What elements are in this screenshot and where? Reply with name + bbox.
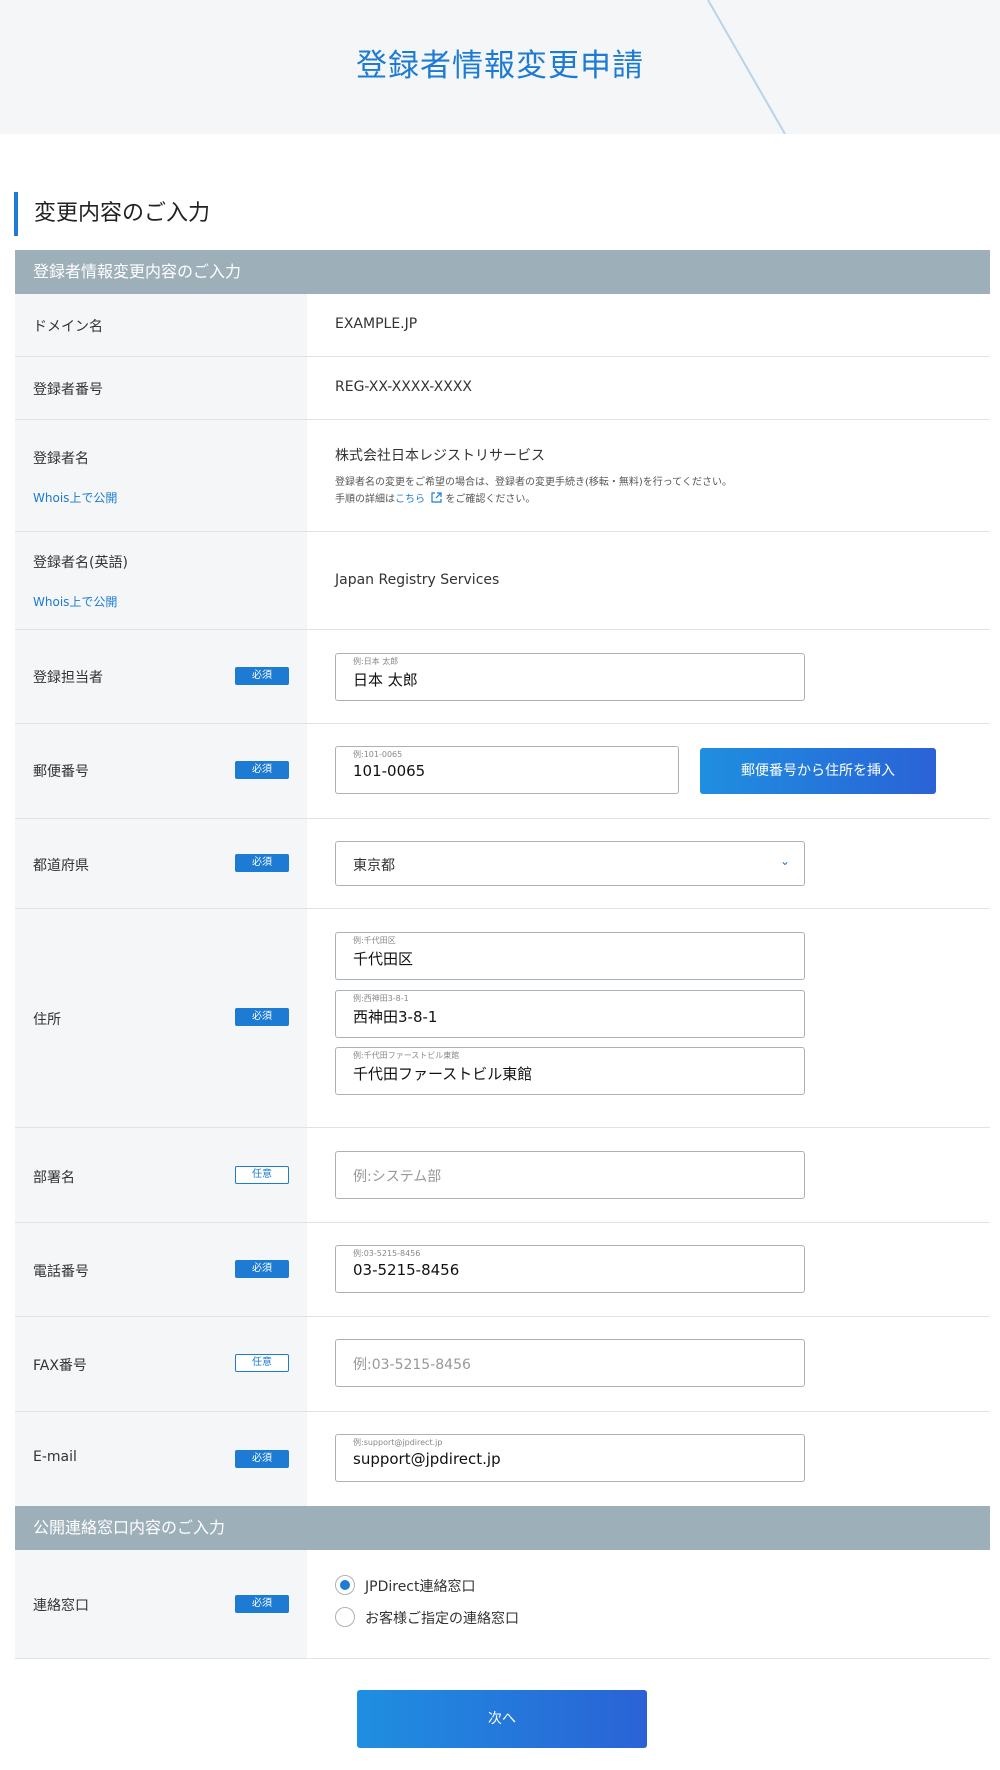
domain-value: EXAMPLE.JP [335,316,418,332]
row-fax: FAX番号 任意 例:03-5215-8456 [15,1317,990,1412]
required-badge: 必須 [235,761,289,779]
registrant-name-en-value: Japan Registry Services [335,572,500,588]
radio-unselected-icon[interactable] [335,1607,355,1627]
department-label: 部署名 [33,1170,75,1186]
row-email: E-mail 必須 例:support@jpdirect.jp support@… [15,1412,990,1506]
address-line2-input[interactable]: 例:西神田3-8-1 西神田3-8-1 [335,990,805,1038]
contact-section-band: 公開連絡窓口内容のご入力 [15,1506,990,1550]
registrant-number-value: REG-XX-XXXX-XXXX [335,379,472,395]
whois-public-note: Whois上で公開 [33,491,118,505]
registrant-name-en-label: 登録者名(英語) [33,555,128,571]
row-registrant-name: 登録者名 Whois上で公開 株式会社日本レジストリサービス 登録者名の変更をご… [15,420,990,532]
row-address: 住所 必須 例:千代田区 千代田区 例:西神田3-8-1 西神田3-8-1 例:… [15,909,990,1128]
department-input[interactable]: 例:システム部 [335,1151,805,1199]
details-link[interactable]: こちら [395,494,425,505]
zip-label: 郵便番号 [33,764,89,780]
row-zip: 郵便番号 必須 例:101-0065 101-0065 郵便番号から住所を挿入 [15,724,990,819]
row-telephone: 電話番号 必須 例:03-5215-8456 03-5215-8456 [15,1223,990,1317]
row-contact-point: 連絡窓口 必須 JPDirect連絡窓口 お客様ご指定の連絡窓口 [15,1550,990,1659]
row-person: 登録担当者 必須 例:日本 太郎 日本 太郎 [15,630,990,724]
chevron-down-icon: ⌄ [779,854,790,868]
email-label: E-mail [33,1449,77,1465]
page-header: 登録者情報変更申請 [0,0,1000,134]
required-badge: 必須 [235,1450,289,1468]
fax-input[interactable]: 例:03-5215-8456 [335,1339,805,1387]
registrant-name-value: 株式会社日本レジストリサービス [335,448,545,464]
registrant-section-band: 登録者情報変更内容のご入力 [15,250,990,294]
row-department: 部署名 任意 例:システム部 [15,1128,990,1223]
zip-input[interactable]: 例:101-0065 101-0065 [335,746,679,794]
fax-label: FAX番号 [33,1358,87,1374]
optional-badge: 任意 [235,1166,289,1184]
person-input[interactable]: 例:日本 太郎 日本 太郎 [335,653,805,701]
address-line1-input[interactable]: 例:千代田区 千代田区 [335,932,805,980]
contact-point-label: 連絡窓口 [33,1598,89,1614]
email-input[interactable]: 例:support@jpdirect.jp support@jpdirect.j… [335,1434,805,1482]
required-badge: 必須 [235,854,289,872]
optional-badge: 任意 [235,1354,289,1372]
telephone-input[interactable]: 例:03-5215-8456 03-5215-8456 [335,1245,805,1293]
row-prefecture: 都道府県 必須 東京都 ⌄ [15,819,990,909]
row-domain: ドメイン名 EXAMPLE.JP [15,294,990,357]
telephone-label: 電話番号 [33,1264,89,1280]
section-title: 変更内容のご入力 [14,192,210,236]
next-button[interactable]: 次へ [357,1690,647,1748]
row-registrant-number: 登録者番号 REG-XX-XXXX-XXXX [15,357,990,420]
registrant-name-note: 登録者名の変更をご希望の場合は、登録者の変更手続き(移転・無料)を行ってください… [335,477,733,505]
registrant-name-label: 登録者名 [33,451,89,467]
required-badge: 必須 [235,1008,289,1026]
domain-label: ドメイン名 [33,319,103,335]
address-line3-input[interactable]: 例:千代田ファーストビル東館 千代田ファーストビル東館 [335,1047,805,1095]
prefecture-select[interactable]: 東京都 ⌄ [335,841,805,886]
registrant-form: 登録者情報変更内容のご入力 ドメイン名 EXAMPLE.JP 登録者番号 REG… [15,250,990,1659]
whois-public-note: Whois上で公開 [33,595,118,609]
radio-selected-icon[interactable] [335,1575,355,1595]
person-label: 登録担当者 [33,670,103,686]
row-registrant-name-en: 登録者名(英語) Whois上で公開 Japan Registry Servic… [15,532,990,630]
required-badge: 必須 [235,1260,289,1278]
address-label: 住所 [33,1012,61,1028]
registrant-number-label: 登録者番号 [33,382,103,398]
prefecture-label: 都道府県 [33,858,89,874]
required-badge: 必須 [235,1595,289,1613]
page-title: 登録者情報変更申請 [356,48,644,84]
required-badge: 必須 [235,667,289,685]
external-link-icon[interactable] [431,492,442,503]
insert-address-button[interactable]: 郵便番号から住所を挿入 [700,748,936,794]
